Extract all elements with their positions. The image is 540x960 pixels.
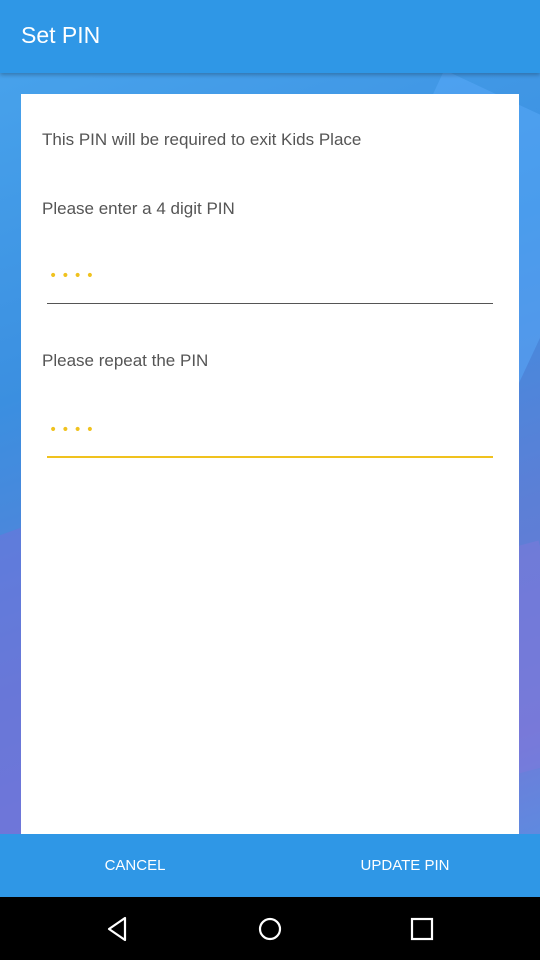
pin-description: This PIN will be required to exit Kids P… xyxy=(42,130,362,149)
update-pin-button[interactable]: UPDATE PIN xyxy=(270,834,540,897)
input-underline xyxy=(47,303,493,304)
app-bar: Set PIN xyxy=(0,0,540,73)
enter-pin-input[interactable]: •••• xyxy=(47,258,493,304)
enter-pin-value: •••• xyxy=(49,268,99,284)
repeat-pin-input[interactable]: •••• xyxy=(47,412,493,458)
page-title: Set PIN xyxy=(21,22,101,48)
cancel-button[interactable]: CANCEL xyxy=(0,834,270,897)
pin-card: This PIN will be required to exit Kids P… xyxy=(21,94,519,834)
recent-square-icon[interactable] xyxy=(409,916,435,942)
home-circle-icon[interactable] xyxy=(257,916,283,942)
action-bar: CANCEL UPDATE PIN xyxy=(0,834,540,897)
back-triangle-icon[interactable] xyxy=(105,916,131,942)
repeat-pin-value: •••• xyxy=(49,422,99,438)
enter-pin-label: Please enter a 4 digit PIN xyxy=(42,199,235,218)
input-underline xyxy=(47,456,493,458)
repeat-pin-label: Please repeat the PIN xyxy=(42,351,209,370)
system-nav-bar xyxy=(0,897,540,960)
